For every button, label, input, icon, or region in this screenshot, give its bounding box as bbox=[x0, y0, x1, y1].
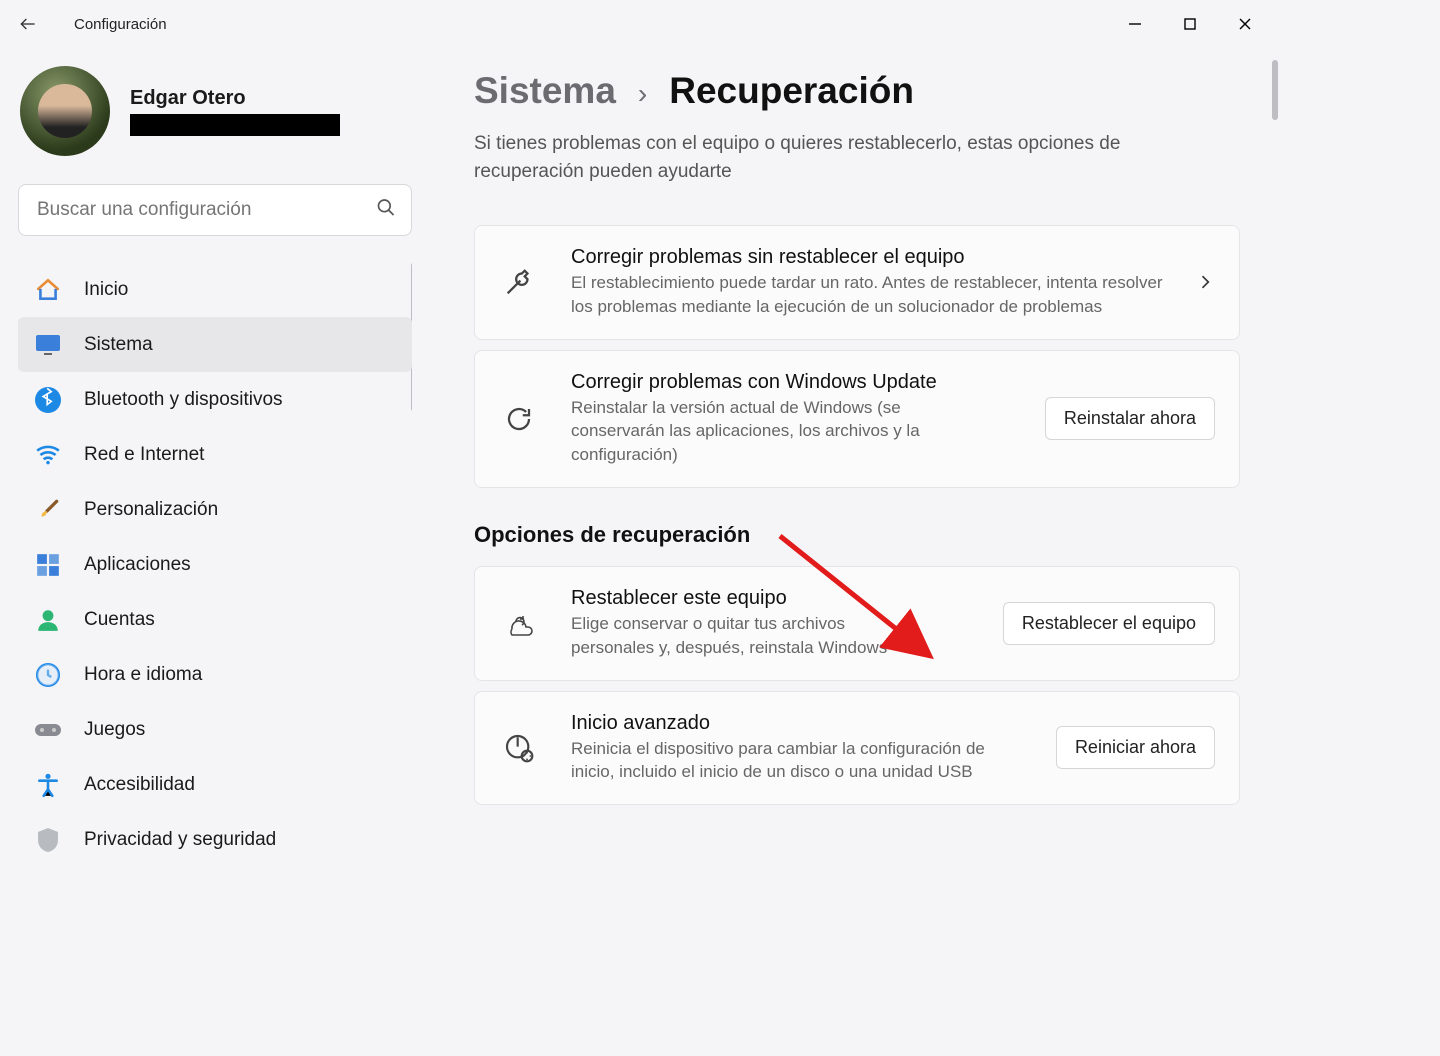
sidebar-item-label: Red e Internet bbox=[84, 444, 204, 466]
sidebar-item-label: Cuentas bbox=[84, 609, 155, 631]
card-reset-pc: Restablecer este equipo Elige conservar … bbox=[474, 566, 1240, 681]
card-title: Corregir problemas con Windows Update bbox=[571, 371, 1015, 394]
brush-icon bbox=[34, 496, 62, 524]
wrench-icon bbox=[497, 265, 541, 299]
card-title: Restablecer este equipo bbox=[571, 587, 973, 610]
sidebar-item-label: Juegos bbox=[84, 719, 145, 741]
accessibility-icon bbox=[34, 771, 62, 799]
sidebar-item-label: Personalización bbox=[84, 499, 218, 521]
sidebar-item-aplicaciones[interactable]: Aplicaciones bbox=[18, 537, 412, 592]
card-description: El restablecimiento puede tardar un rato… bbox=[571, 271, 1165, 319]
sidebar-item-cuentas[interactable]: Cuentas bbox=[18, 592, 412, 647]
page-title: Recuperación bbox=[669, 70, 914, 112]
sidebar-item-bluetooth[interactable]: Bluetooth y dispositivos bbox=[18, 372, 412, 427]
card-title: Inicio avanzado bbox=[571, 712, 1026, 735]
accounts-icon bbox=[34, 606, 62, 634]
restart-now-button[interactable]: Reiniciar ahora bbox=[1056, 726, 1215, 769]
breadcrumb: Sistema › Recuperación bbox=[474, 70, 1240, 112]
user-block[interactable]: Edgar Otero bbox=[20, 66, 412, 156]
sidebar-item-personalizacion[interactable]: Personalización bbox=[18, 482, 412, 537]
card-description: Elige conservar o quitar tus archivos pe… bbox=[571, 612, 911, 660]
back-button[interactable] bbox=[8, 4, 48, 44]
main: Sistema › Recuperación Si tienes problem… bbox=[430, 48, 1280, 940]
chevron-right-icon bbox=[1195, 272, 1215, 292]
sidebar-item-hora[interactable]: Hora e idioma bbox=[18, 647, 412, 702]
sidebar-item-label: Aplicaciones bbox=[84, 554, 191, 576]
user-name: Edgar Otero bbox=[130, 87, 340, 110]
close-button[interactable] bbox=[1217, 4, 1272, 44]
user-email-redacted bbox=[130, 114, 340, 136]
sidebar-item-juegos[interactable]: Juegos bbox=[18, 702, 412, 757]
titlebar: Configuración bbox=[0, 0, 1280, 48]
card-windows-update: Corregir problemas con Windows Update Re… bbox=[474, 350, 1240, 488]
sidebar-item-sistema[interactable]: Sistema bbox=[18, 317, 412, 372]
search-input[interactable] bbox=[18, 184, 412, 236]
card-advanced-startup: Inicio avanzado Reinicia el dispositivo … bbox=[474, 691, 1240, 806]
sidebar-item-label: Accesibilidad bbox=[84, 774, 195, 796]
card-description: Reinstalar la versión actual de Windows … bbox=[571, 396, 941, 467]
section-recovery-heading: Opciones de recuperación bbox=[474, 522, 1240, 548]
chevron-right-icon: › bbox=[638, 78, 647, 110]
reinstall-now-button[interactable]: Reinstalar ahora bbox=[1045, 397, 1215, 440]
refresh-icon bbox=[497, 404, 541, 434]
avatar bbox=[20, 66, 110, 156]
home-icon bbox=[34, 276, 62, 304]
card-description: Reinicia el dispositivo para cambiar la … bbox=[571, 737, 991, 785]
search-wrap bbox=[18, 184, 412, 236]
sidebar-item-label: Sistema bbox=[84, 334, 153, 356]
gamepad-icon bbox=[34, 716, 62, 744]
wifi-icon bbox=[34, 441, 62, 469]
card-fix-problems[interactable]: Corregir problemas sin restablecer el eq… bbox=[474, 225, 1240, 340]
clock-icon bbox=[34, 661, 62, 689]
maximize-button[interactable] bbox=[1162, 4, 1217, 44]
sidebar-item-red[interactable]: Red e Internet bbox=[18, 427, 412, 482]
minimize-button[interactable] bbox=[1107, 4, 1162, 44]
bluetooth-icon bbox=[34, 386, 62, 414]
sidebar-item-label: Inicio bbox=[84, 279, 128, 301]
search-icon bbox=[376, 198, 396, 223]
card-title: Corregir problemas sin restablecer el eq… bbox=[571, 246, 1165, 269]
breadcrumb-parent[interactable]: Sistema bbox=[474, 70, 616, 112]
reset-pc-button[interactable]: Restablecer el equipo bbox=[1003, 602, 1215, 645]
shield-icon bbox=[34, 826, 62, 854]
sidebar-item-accesibilidad[interactable]: Accesibilidad bbox=[18, 757, 412, 812]
window-title: Configuración bbox=[74, 16, 167, 33]
sidebar-item-label: Hora e idioma bbox=[84, 664, 202, 686]
sidebar: Edgar Otero Inicio Sistema Bluetooth bbox=[0, 48, 430, 940]
sidebar-item-inicio[interactable]: Inicio bbox=[18, 262, 412, 317]
sidebar-item-label: Bluetooth y dispositivos bbox=[84, 389, 283, 411]
power-gear-icon bbox=[497, 732, 541, 764]
window-controls bbox=[1107, 4, 1272, 44]
main-scrollbar[interactable] bbox=[1272, 60, 1278, 120]
cloud-reset-icon bbox=[497, 609, 541, 637]
system-icon bbox=[34, 331, 62, 359]
nav: Inicio Sistema Bluetooth y dispositivos … bbox=[18, 262, 412, 940]
sidebar-item-label: Privacidad y seguridad bbox=[84, 829, 276, 851]
apps-icon bbox=[34, 551, 62, 579]
sidebar-item-privacidad[interactable]: Privacidad y seguridad bbox=[18, 812, 412, 867]
page-description: Si tienes problemas con el equipo o quie… bbox=[474, 130, 1174, 185]
